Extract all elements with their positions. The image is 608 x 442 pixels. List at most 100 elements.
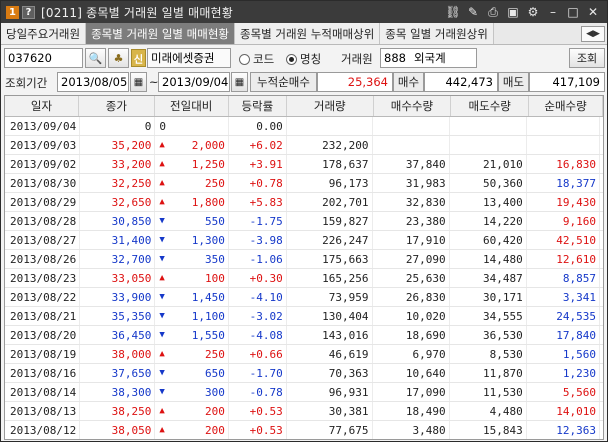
cell-change: ▲ 250 [155,345,229,363]
tab-broker-daily-trading[interactable]: 종목별 거래원 일별 매매현황 [86,23,235,44]
cell-volume: 73,959 [287,288,373,306]
table-row[interactable]: 2013/08/20 36,450 ▼ 1,550 -4.08 143,016 18,690… [5,326,603,345]
cell-scroll-space [600,250,603,268]
close-icon[interactable]: ✕ [585,4,601,20]
header-date[interactable]: 일자 [5,96,79,116]
change-value: 200 [204,423,225,437]
cell-sell-qty: 60,420 [450,231,527,249]
header-buy-qty[interactable]: 매수수량 [374,96,452,116]
cell-date: 2013/08/29 [5,193,81,211]
cell-sell-qty: 13,400 [450,193,527,211]
table-row[interactable]: 2013/08/21 35,350 ▼ 1,100 -3.02 130,404 10,020… [5,307,603,326]
cell-scroll-space [600,307,603,325]
header-close[interactable]: 종가 [79,96,155,116]
down-triangle-icon: ▼ [159,311,165,321]
tab-daily-broker-top[interactable]: 종목 일별 거래원상위 [380,23,494,44]
camera-icon[interactable]: ▣ [505,4,521,20]
start-date-input[interactable]: 2013/08/05 [57,72,129,92]
cell-sell-qty: 50,360 [450,174,527,192]
cell-close: 33,050 [80,269,156,287]
cell-net-qty: 18,377 [527,174,600,192]
table-row[interactable]: 2013/09/02 33,200 ▲ 1,250 +3.91 178,637 37,840… [5,155,603,174]
table-row[interactable]: 2013/08/23 33,050 ▲ 100 +0.30 165,256 25,630 34… [5,269,603,288]
tab-daily-major-broker[interactable]: 당일주요거래원 [1,23,87,44]
cell-sell-qty: 21,010 [450,155,527,173]
change-value: 550 [204,214,225,228]
table-row[interactable]: 2013/08/14 38,300 ▼ 300 -0.78 96,931 17,090 11,… [5,383,603,402]
window-number-badge[interactable]: 1 [6,5,19,19]
cell-rate: -0.78 [229,383,287,401]
cell-sell-qty: 4,480 [450,402,527,420]
cell-close: 32,250 [80,174,156,192]
cell-net-qty: 12,610 [527,250,600,268]
down-triangle-icon: ▼ [159,368,165,378]
minimize-icon[interactable]: – [545,4,561,20]
daily-trading-grid[interactable]: 일자 종가 전일대비 등락률 거래량 매수수량 매도수량 순매수량 2013/0… [4,95,604,440]
start-calendar-button[interactable]: ▦ [130,72,147,92]
cell-sell-qty: 8,530 [450,345,527,363]
table-row[interactable]: 2013/09/04 0 0 0.00 [5,117,603,136]
cell-close: 31,400 [80,231,156,249]
stock-info-button[interactable]: ♣ [108,48,129,68]
cell-buy-qty: 10,640 [373,364,450,382]
cell-volume: 232,200 [287,136,373,154]
cell-rate: +3.91 [229,155,287,173]
tab-scroll-arrows[interactable]: ◀▶ [581,26,605,42]
table-row[interactable]: 2013/08/16 37,650 ▼ 650 -1.70 70,363 10,640 11,… [5,364,603,383]
cell-buy-qty: 18,690 [373,326,450,344]
buy-label: 매수 [393,72,424,92]
end-date-input[interactable]: 2013/09/04 [158,72,230,92]
settings-icon[interactable]: ⚙ [525,4,541,20]
radio-code[interactable]: 코드 [239,51,274,67]
cell-sell-qty: 34,555 [450,307,527,325]
table-row[interactable]: 2013/08/26 32,700 ▼ 350 -1.06 175,663 27,090 14… [5,250,603,269]
tab-broker-cumulative-top[interactable]: 종목별 거래원 누적매매상위 [235,23,381,44]
cell-date: 2013/08/13 [5,402,81,420]
header-rate[interactable]: 등락률 [229,96,287,116]
broker-code: 888 [384,51,406,65]
table-row[interactable]: 2013/08/19 38,000 ▲ 250 +0.66 46,619 6,970 8,53… [5,345,603,364]
cell-net-qty: 17,840 [527,326,600,344]
end-calendar-button[interactable]: ▦ [231,72,248,92]
link-icon[interactable]: ⛓ [445,4,461,20]
up-triangle-icon: ▲ [159,178,165,188]
table-row[interactable]: 2013/08/12 38,050 ▲ 200 +0.53 77,675 3,480 15,8… [5,421,603,439]
stock-code-input[interactable]: 037620 [4,48,83,68]
table-row[interactable]: 2013/08/13 38,250 ▲ 200 +0.53 30,381 18,490 4,4… [5,402,603,421]
cell-volume: 178,637 [287,155,373,173]
search-button[interactable]: 🔍 [85,48,106,68]
up-triangle-icon: ▲ [159,425,165,435]
table-row[interactable]: 2013/08/28 30,850 ▼ 550 -1.75 159,827 23,380 14… [5,212,603,231]
radio-name[interactable]: 명칭 [286,51,321,67]
broker-select[interactable]: 888 외국계 [380,48,477,68]
header-volume[interactable]: 거래량 [287,96,374,116]
cell-date: 2013/08/28 [5,212,81,230]
cell-change: 0 [155,117,229,135]
cell-change: ▼ 650 [155,364,229,382]
help-badge[interactable]: ? [22,5,35,19]
maximize-icon[interactable]: □ [565,4,581,20]
table-row[interactable]: 2013/08/27 31,400 ▼ 1,300 -3.98 226,247 17,910… [5,231,603,250]
cell-change: ▲ 200 [155,421,229,439]
change-value: 1,100 [191,309,225,323]
cell-rate: -4.08 [229,326,287,344]
cell-volume: 70,363 [287,364,373,382]
header-sell-qty[interactable]: 매도수량 [451,96,530,116]
query-button[interactable]: 조회 [569,48,605,68]
cell-rate: +5.83 [229,193,287,211]
window-title: [0211] 종목별 거래원 일별 매매현황 [41,5,234,20]
print-icon[interactable]: ⎙ [485,4,501,20]
up-triangle-icon: ▲ [159,140,165,150]
table-row[interactable]: 2013/08/30 32,250 ▲ 250 +0.78 96,173 31,983 50,… [5,174,603,193]
table-row[interactable]: 2013/08/29 32,650 ▲ 1,800 +5.83 202,701 32,830… [5,193,603,212]
period-row: 조회기간 2013/08/05 ▦ ~ 2013/09/04 ▦ 누적순매수 2… [1,70,607,94]
table-row[interactable]: 2013/08/22 33,900 ▼ 1,450 -4.10 73,959 26,830 3… [5,288,603,307]
header-net-qty[interactable]: 순매수량 [529,96,603,116]
header-change[interactable]: 전일대비 [155,96,229,116]
cell-net-qty: 1,560 [527,345,600,363]
memo-icon[interactable]: ✎ [465,4,481,20]
cell-close: 33,900 [80,288,156,306]
cell-change: ▼ 1,450 [155,288,229,306]
cell-sell-qty: 36,530 [450,326,527,344]
table-row[interactable]: 2013/09/03 35,200 ▲ 2,000 +6.02 232,200 [5,136,603,155]
